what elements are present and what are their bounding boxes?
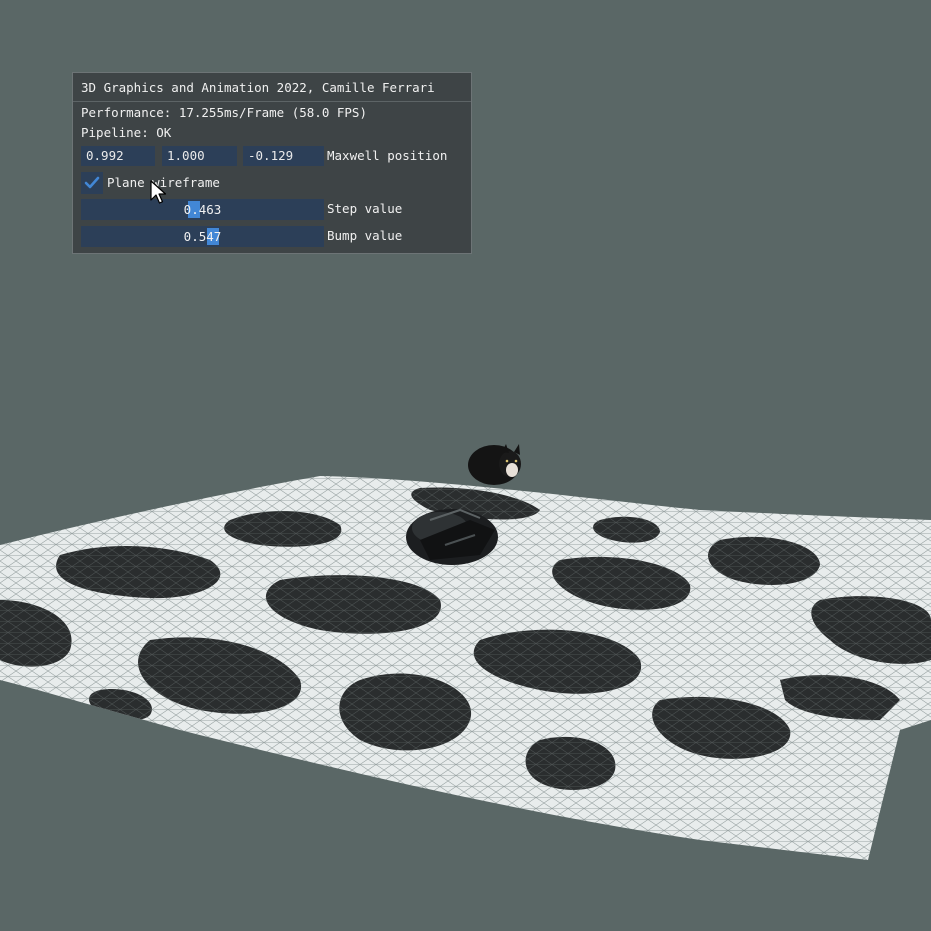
window-title[interactable]: 3D Graphics and Animation 2022, Camille … (73, 73, 471, 102)
step-slider-value: 0.463 (183, 202, 222, 217)
pipeline-status: Pipeline: OK (81, 125, 172, 140)
step-value-label: Step value (327, 201, 403, 216)
bump-value-slider[interactable]: 0.547 (81, 226, 324, 247)
maxwell-z-input[interactable]: -0.129 (243, 146, 324, 166)
character-model (406, 508, 498, 565)
cat-model (468, 444, 521, 485)
bump-slider-value: 0.547 (183, 229, 222, 244)
checkmark-icon (84, 176, 100, 189)
bump-value-label: Bump value (327, 228, 403, 243)
debug-window[interactable]: 3D Graphics and Animation 2022, Camille … (72, 72, 472, 254)
step-value-slider[interactable]: 0.463 (81, 199, 324, 220)
performance-text: Performance: 17.255ms/Frame (58.0 FPS) (81, 105, 367, 120)
mouse-cursor-icon (150, 180, 167, 204)
plane-wireframe-checkbox[interactable] (81, 172, 103, 194)
maxwell-y-input[interactable]: 1.000 (162, 146, 237, 166)
maxwell-position-label: Maxwell position (327, 148, 448, 163)
maxwell-x-input[interactable]: 0.992 (81, 146, 155, 166)
